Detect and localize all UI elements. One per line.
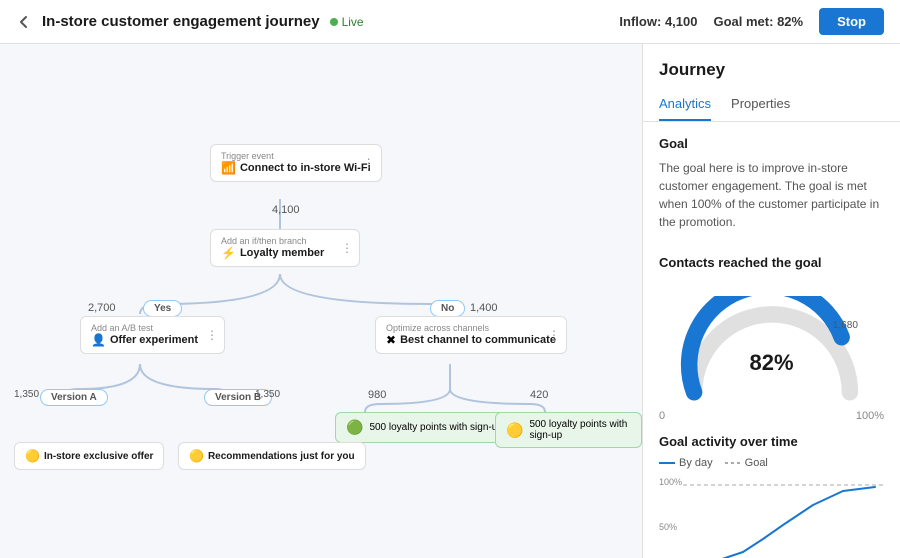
loyalty-2-label: 500 loyalty points with sign-up (529, 419, 631, 441)
gauge-percent-label: 82% (749, 350, 793, 376)
ab-icon: 👤 (91, 333, 106, 347)
goal-section: Goal The goal here is to improve in-stor… (643, 122, 900, 241)
loyalty-1-label: 500 loyalty points with sign-up (369, 422, 502, 433)
loyalty-1-icon: 🟢 (346, 419, 363, 436)
offer-node-1: 🟡 In-store exclusive offer (14, 442, 164, 470)
right-panel: Journey Analytics Properties Goal The go… (642, 44, 900, 558)
legend-by-day-label: By day (679, 457, 713, 469)
header: In-store customer engagement journey Liv… (0, 0, 900, 44)
channel-count1: 980 (368, 389, 386, 401)
branch-label: Add an if/then branch (221, 236, 349, 246)
goal-title: Goal (659, 136, 884, 151)
gauge-container: 1,680 82% 0 100% (643, 288, 900, 434)
branch-name: Loyalty member (240, 247, 324, 259)
legend-line-dashed (725, 462, 741, 464)
inflow-value: 4,100 (665, 14, 698, 29)
journey-canvas: Trigger event 📶 Connect to in-store Wi-F… (0, 44, 642, 558)
offer-1-icon: 🟡 (25, 449, 40, 463)
gauge-axis-labels: 0 100% (659, 410, 884, 422)
legend-line-solid (659, 462, 675, 464)
ab-node: Add an A/B test 👤 Offer experiment ⋮ (80, 316, 225, 354)
loyalty-node-1: 🟢 500 loyalty points with sign-up (335, 412, 514, 443)
channel-count2: 420 (530, 389, 548, 401)
flow-svg (0, 44, 642, 558)
channel-label: Optimize across channels (386, 323, 556, 333)
branch-dots[interactable]: ⋮ (341, 241, 353, 255)
inflow-label: Inflow: (619, 14, 661, 29)
tab-properties[interactable]: Properties (731, 88, 790, 121)
main: Trigger event 📶 Connect to in-store Wi-F… (0, 44, 900, 558)
activity-title: Goal activity over time (659, 434, 884, 449)
activity-legend: By day Goal (659, 457, 884, 469)
version-a-count: 1,350 (14, 389, 39, 400)
ab-dots[interactable]: ⋮ (206, 328, 218, 342)
trigger-label: Trigger event (221, 151, 371, 161)
page-title: In-store customer engagement journey (42, 13, 320, 30)
gauge-wrapper: 1,680 82% (659, 296, 884, 406)
gauge-max-label: 100% (856, 410, 884, 422)
offer-2-icon: 🟡 (189, 449, 204, 463)
trigger-icon: 📶 (221, 161, 236, 175)
goal-text: The goal here is to improve in-store cus… (659, 159, 884, 231)
goal-met-value: 82% (777, 14, 803, 29)
trigger-dots[interactable]: ⋮ (363, 156, 375, 170)
yes-count: 2,700 (88, 302, 116, 314)
inflow-stat: Inflow: 4,100 (619, 14, 697, 29)
trigger-node: Trigger event 📶 Connect to in-store Wi-F… (210, 144, 382, 182)
live-label: Live (342, 15, 364, 29)
legend-by-day: By day (659, 457, 713, 469)
activity-chart: 100% 50% 0% Jun 15 Jun 30 Jul 15 Jul 30 (659, 477, 884, 558)
offer-node-2: 🟡 Recommendations just for you (178, 442, 366, 470)
version-b-count: 1,350 (255, 389, 280, 400)
channel-icon: ✖ (386, 333, 396, 347)
svg-text:100%: 100% (659, 477, 682, 487)
legend-goal-label: Goal (745, 457, 768, 469)
branch-node: Add an if/then branch ⚡ Loyalty member ⋮ (210, 229, 360, 267)
gauge-top-label: 1,680 (832, 320, 858, 331)
branch-icon: ⚡ (221, 246, 236, 260)
loyalty-node-2: 🟡 500 loyalty points with sign-up (495, 412, 642, 448)
gauge-min-label: 0 (659, 410, 665, 422)
panel-title: Journey (643, 44, 900, 88)
no-count: 1,400 (470, 302, 498, 314)
svg-text:50%: 50% (659, 522, 677, 532)
loyalty-2-icon: 🟡 (506, 422, 523, 439)
activity-container: Goal activity over time By day Goal 100%… (643, 434, 900, 558)
channel-node: Optimize across channels ✖ Best channel … (375, 316, 567, 354)
goal-met-stat: Goal met: 82% (713, 14, 803, 29)
channel-dots[interactable]: ⋮ (548, 328, 560, 342)
trigger-count: 4,100 (272, 204, 300, 216)
contacts-title: Contacts reached the goal (659, 255, 884, 270)
channel-name: Best channel to communicate (400, 334, 556, 346)
header-left: In-store customer engagement journey Liv… (16, 13, 619, 30)
live-dot (330, 18, 338, 26)
back-button[interactable] (16, 14, 32, 30)
offer-2-label: Recommendations just for you (208, 451, 355, 462)
yes-badge: Yes (143, 300, 182, 317)
ab-name: Offer experiment (110, 334, 198, 346)
legend-goal: Goal (725, 457, 768, 469)
version-a-badge: Version A (40, 389, 108, 406)
panel-tabs: Analytics Properties (643, 88, 900, 122)
tab-analytics[interactable]: Analytics (659, 88, 711, 121)
contacts-section: Contacts reached the goal (643, 241, 900, 288)
live-badge: Live (330, 15, 364, 29)
offer-1-label: In-store exclusive offer (44, 451, 153, 462)
ab-label: Add an A/B test (91, 323, 214, 333)
stop-button[interactable]: Stop (819, 8, 884, 35)
no-badge: No (430, 300, 465, 317)
header-right: Inflow: 4,100 Goal met: 82% Stop (619, 8, 884, 35)
activity-svg: 100% 50% 0% Jun 15 Jun 30 Jul 15 Jul 30 (659, 477, 885, 558)
trigger-name: Connect to in-store Wi-Fi (240, 162, 371, 174)
goal-met-label: Goal met: (713, 14, 773, 29)
